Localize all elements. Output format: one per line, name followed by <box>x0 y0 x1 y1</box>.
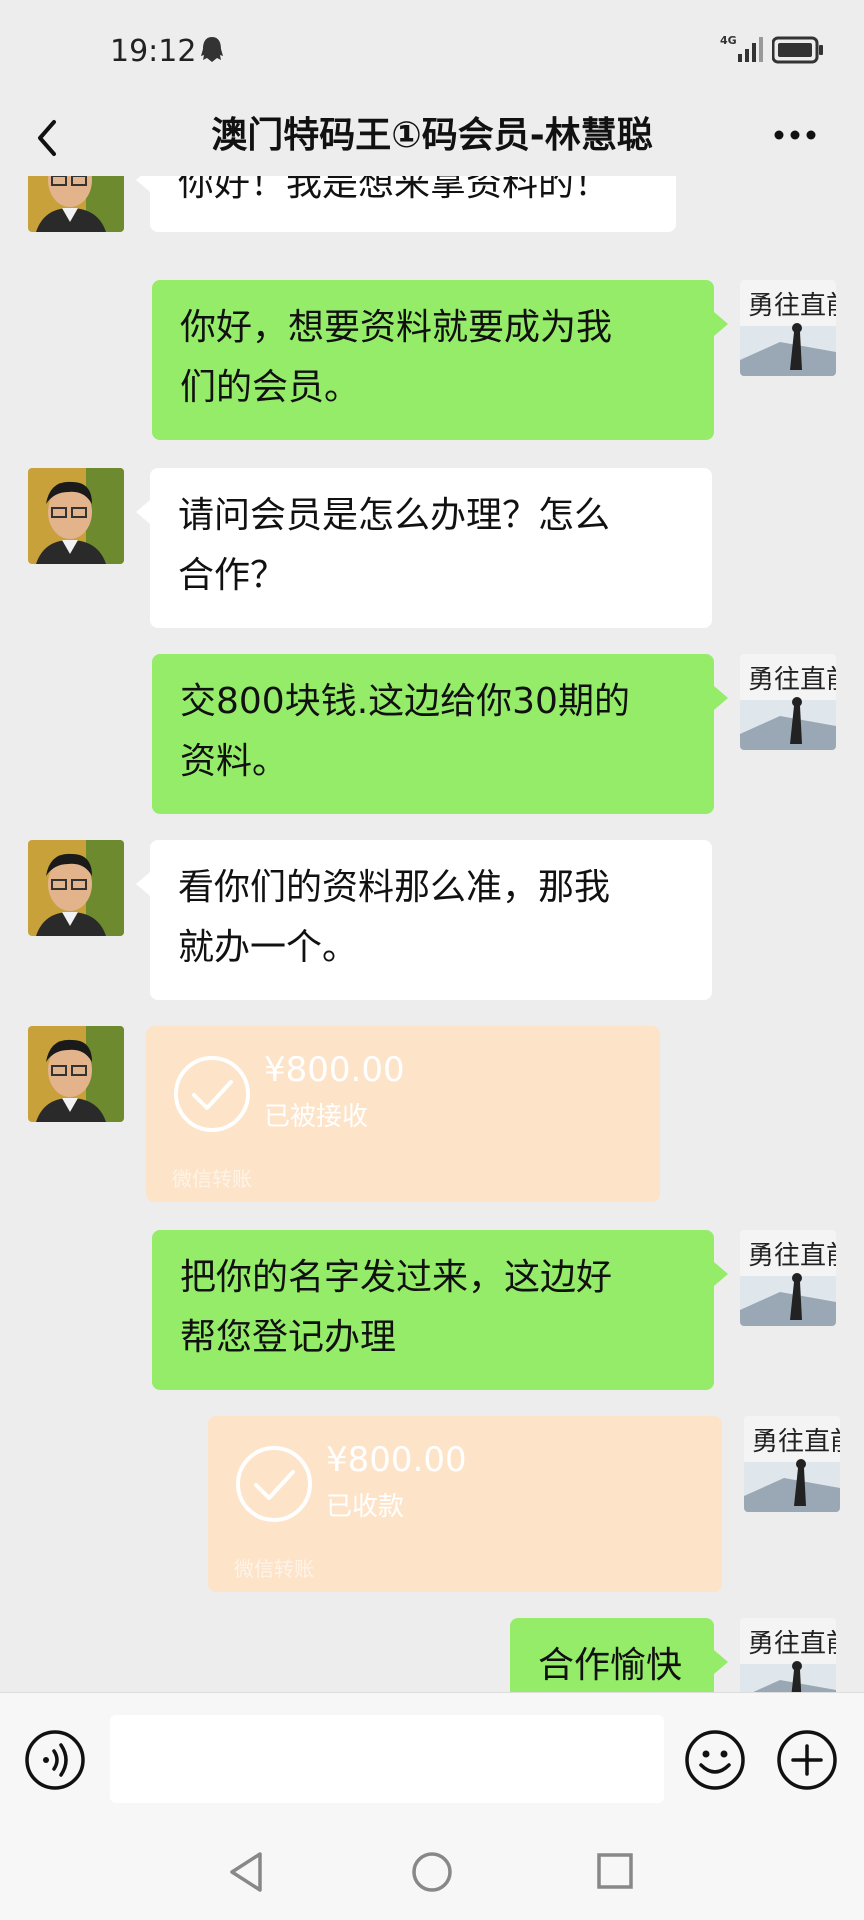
status-bar: 19:12 4G <box>0 0 864 100</box>
check-circle-icon <box>174 1056 250 1132</box>
message-bubble[interactable]: 把你的名字发过来，这边好 帮您登记办理 <box>152 1230 728 1390</box>
message-list[interactable]: 你好！我是想来拿资料的！ 你好，想要资料就要成为我 们的会员。 勇往直前 <box>0 176 864 1692</box>
message-row: 交800块钱.这边给你30期的 资料。 勇往直前 <box>0 654 864 818</box>
chat-title: 澳门特码王①码会员-林慧聪 <box>211 115 653 156</box>
message-row: ¥800.00 已收款 微信转账 勇往直前 <box>0 1416 864 1596</box>
qq-ghost-icon <box>201 37 223 62</box>
transfer-card[interactable]: ¥800.00 已被接收 微信转账 <box>146 1026 660 1202</box>
input-bar <box>0 1692 864 1827</box>
transfer-status: 已被接收 <box>264 1102 369 1132</box>
svg-text:勇往直前: 勇往直前 <box>748 665 836 695</box>
message-bubble[interactable]: 交800块钱.这边给你30期的 资料。 <box>152 654 728 814</box>
message-line: 看你们的资料那么准，那我 <box>178 867 611 908</box>
contact-avatar[interactable] <box>28 840 124 936</box>
message-row: 合作愉快 勇往直前 <box>0 1618 864 1692</box>
user-avatar[interactable]: 勇往直前 <box>740 1230 836 1326</box>
recents-square-icon[interactable] <box>596 1852 634 1890</box>
more-dots-icon[interactable] <box>770 120 820 150</box>
contact-avatar[interactable] <box>28 176 124 232</box>
contact-avatar[interactable] <box>28 1026 124 1122</box>
plus-icon[interactable] <box>776 1729 838 1791</box>
home-circle-icon[interactable] <box>410 1850 454 1894</box>
message-bubble[interactable]: 合作愉快 <box>510 1618 728 1692</box>
voice-icon[interactable] <box>24 1729 86 1791</box>
contact-avatar[interactable] <box>28 468 124 564</box>
message-line: 交800块钱.这边给你30期的 <box>180 681 630 722</box>
message-line: 合作？ <box>178 555 287 596</box>
network-label: 4G <box>720 34 737 47</box>
check-circle-icon <box>236 1446 312 1522</box>
emoji-icon[interactable] <box>684 1729 746 1791</box>
status-time: 19:12 <box>110 34 197 69</box>
message-row: 看你们的资料那么准，那我 就办一个。 <box>0 840 864 1004</box>
transfer-footer: 微信转账 <box>172 1167 252 1191</box>
message-line: 们的会员。 <box>180 367 361 408</box>
message-text: 合作愉快 <box>538 1645 683 1686</box>
transfer-amount: ¥800.00 <box>264 1050 405 1090</box>
message-bubble[interactable]: 你好！我是想来拿资料的！ <box>136 176 676 232</box>
transfer-amount: ¥800.00 <box>326 1440 467 1480</box>
user-avatar[interactable]: 勇往直前 <box>744 1416 840 1512</box>
user-avatar[interactable]: 勇往直前 <box>740 280 836 376</box>
signal-icon: 4G <box>720 34 766 66</box>
message-row: 把你的名字发过来，这边好 帮您登记办理 勇往直前 <box>0 1230 864 1394</box>
svg-text:勇往直前: 勇往直前 <box>748 291 836 321</box>
back-triangle-icon[interactable] <box>226 1850 266 1894</box>
svg-text:勇往直前: 勇往直前 <box>748 1241 836 1271</box>
message-line: 把你的名字发过来，这边好 <box>180 1257 613 1298</box>
message-row: ¥800.00 已被接收 微信转账 <box>0 1026 864 1206</box>
message-line: 你好，想要资料就要成为我 <box>180 307 613 348</box>
message-line: 就办一个。 <box>178 927 359 968</box>
chat-header: 澳门特码王①码会员-林慧聪 <box>0 100 864 176</box>
user-avatar[interactable]: 勇往直前 <box>740 654 836 750</box>
message-text: 你好！我是想来拿资料的！ <box>178 176 611 204</box>
battery-icon <box>772 36 823 64</box>
system-nav-bar <box>0 1826 864 1920</box>
svg-text:勇往直前: 勇往直前 <box>752 1427 840 1457</box>
transfer-card[interactable]: ¥800.00 已收款 微信转账 <box>208 1416 722 1592</box>
message-line: 帮您登记办理 <box>180 1317 397 1358</box>
message-input[interactable] <box>110 1715 664 1803</box>
transfer-footer: 微信转账 <box>234 1557 314 1581</box>
message-row: 你好，想要资料就要成为我 们的会员。 勇往直前 <box>0 280 864 444</box>
user-avatar[interactable]: 勇往直前 <box>740 1618 836 1692</box>
message-row: 你好！我是想来拿资料的！ <box>0 176 864 256</box>
message-row: 请问会员是怎么办理？怎么 合作？ <box>0 468 864 632</box>
message-bubble[interactable]: 请问会员是怎么办理？怎么 合作？ <box>136 468 712 628</box>
svg-text:勇往直前: 勇往直前 <box>748 1629 836 1659</box>
message-bubble[interactable]: 你好，想要资料就要成为我 们的会员。 <box>152 280 728 440</box>
message-bubble[interactable]: 看你们的资料那么准，那我 就办一个。 <box>136 840 712 1000</box>
message-line: 资料。 <box>180 741 289 782</box>
transfer-status: 已收款 <box>326 1492 405 1522</box>
message-line: 请问会员是怎么办理？怎么 <box>178 495 611 536</box>
